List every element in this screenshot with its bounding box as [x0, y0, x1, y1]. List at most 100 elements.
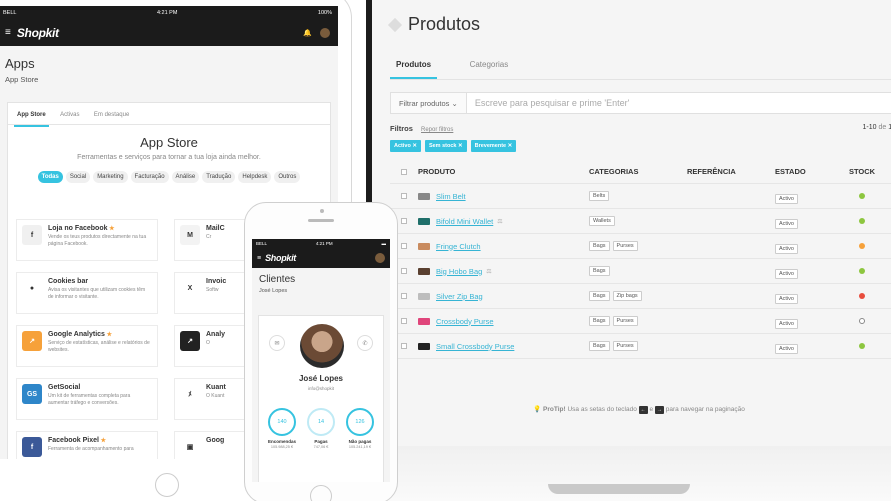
- stat-ring: 140: [268, 408, 296, 436]
- status-badge: Activo: [775, 269, 798, 279]
- filter-pill[interactable]: Todas: [37, 171, 63, 183]
- filter-pill[interactable]: Análise: [171, 171, 200, 183]
- tab-app-store[interactable]: App Store: [14, 105, 49, 127]
- battery-icon: ▬: [381, 241, 387, 246]
- row-checkbox[interactable]: [401, 318, 407, 324]
- avatar[interactable]: [320, 27, 330, 38]
- app-card[interactable]: f Facebook Pixel ★ Ferramenta de acompanha…: [16, 431, 158, 459]
- app-name: Cookies bar: [48, 278, 152, 285]
- app-name-text: Loja no Facebook: [48, 225, 108, 232]
- filters-row: Filtros Repor filtros 1-10 de 10: [390, 124, 891, 136]
- state-cell: Activo: [775, 287, 847, 305]
- stock-indicator: [859, 243, 865, 249]
- status-badge: Activo: [775, 344, 798, 354]
- category-badge: Purses: [612, 316, 638, 326]
- app-name: Invoic: [206, 278, 226, 285]
- filter-pill[interactable]: Facturação: [130, 171, 169, 183]
- reset-filters-link[interactable]: Repor filtros: [421, 127, 453, 133]
- close-icon[interactable]: ✕: [412, 143, 417, 149]
- email-icon[interactable]: ✉: [269, 335, 285, 351]
- page-title: Apps: [5, 56, 35, 71]
- product-cell: Crossbody Purse: [418, 317, 589, 326]
- stat-amount: 747,06 €: [313, 445, 329, 449]
- product-link[interactable]: Silver Zip Bag: [436, 292, 483, 301]
- app-name: Goog: [206, 437, 224, 444]
- logo[interactable]: Shopkit: [265, 253, 296, 263]
- stock-cell: [847, 268, 877, 274]
- tab-categorias[interactable]: Categorias: [464, 52, 515, 77]
- product-link[interactable]: Small Crossbody Purse: [436, 342, 514, 351]
- filter-chip-brevemente[interactable]: Brevemente ✕: [470, 140, 517, 152]
- filter-chip-sem-stock[interactable]: Sem stock ✕: [424, 140, 467, 152]
- product-thumbnail: [418, 342, 430, 350]
- product-link[interactable]: Slim Belt: [436, 192, 466, 201]
- bulb-icon: 💡: [533, 406, 542, 413]
- filter-pill[interactable]: Social: [65, 171, 91, 183]
- home-button[interactable]: [310, 485, 332, 501]
- app-name-text: Goog: [206, 437, 225, 444]
- stock-cell: [847, 193, 877, 199]
- table-row: Slim Belt Belts Activo: [390, 184, 891, 209]
- tab-em-destaque[interactable]: Em destaque: [91, 105, 132, 125]
- product-link[interactable]: Fringe Clutch: [436, 242, 481, 251]
- categories-cell: Bags: [589, 266, 687, 276]
- customer-stats: 140 Encomendas 105.988,25 € 14 Pagas 747,06 €…: [263, 408, 379, 449]
- category-badge: Bags: [589, 241, 610, 251]
- row-checkbox[interactable]: [401, 293, 407, 299]
- tab-produtos[interactable]: Produtos: [390, 52, 438, 79]
- stat-label: Encomendas: [267, 439, 296, 444]
- app-name-text: MailC: [206, 225, 225, 232]
- product-link[interactable]: Big Hobo Bag: [436, 267, 482, 276]
- row-checkbox[interactable]: [401, 243, 407, 249]
- app-card[interactable]: GS GetSocial Um kit de ferramentas complet…: [16, 378, 158, 420]
- tab-activas[interactable]: Activas: [57, 105, 82, 125]
- menu-icon[interactable]: ≡: [257, 255, 261, 262]
- logo[interactable]: Shopkit: [17, 26, 59, 40]
- col-estado[interactable]: ESTADO: [775, 167, 847, 176]
- filter-pill[interactable]: Tradução: [202, 171, 236, 183]
- app-card[interactable]: ● Cookies bar Avisa os visitantes que util…: [16, 272, 158, 314]
- home-button[interactable]: [155, 473, 179, 497]
- select-all-checkbox[interactable]: [401, 168, 407, 175]
- app-description: Vende os teus produtos directamente na t…: [48, 234, 147, 247]
- product-link[interactable]: Bifold Mini Wallet: [436, 217, 493, 226]
- app-card[interactable]: f Loja no Facebook ★ Vende os teus produto…: [16, 219, 158, 261]
- customer-email[interactable]: info@shopkit: [259, 386, 383, 391]
- close-icon[interactable]: ✕: [458, 143, 463, 149]
- col-referencia[interactable]: REFERÊNCIA: [687, 167, 775, 176]
- app-card[interactable]: ↗ Google Analytics ★ Serviço de estatístic…: [16, 325, 158, 367]
- stock-indicator: [859, 293, 865, 299]
- filter-pill[interactable]: Marketing: [93, 171, 128, 183]
- notification-icon[interactable]: 🔔: [303, 29, 312, 37]
- store-title: App Store: [140, 135, 198, 150]
- row-checkbox[interactable]: [401, 343, 407, 349]
- row-checkbox[interactable]: [401, 193, 407, 199]
- product-link[interactable]: Crossbody Purse: [436, 317, 494, 326]
- col-stock[interactable]: STOCK: [847, 167, 877, 176]
- phone-icon[interactable]: ✆: [357, 335, 373, 351]
- close-icon[interactable]: ✕: [508, 143, 513, 149]
- filter-chip-activo[interactable]: Activo ✕: [390, 140, 421, 152]
- avatar[interactable]: [375, 253, 385, 263]
- app-text: Loja no Facebook ★ Vende os teus produtos…: [48, 225, 152, 255]
- menu-icon[interactable]: ≡: [5, 27, 11, 38]
- row-checkbox[interactable]: [401, 218, 407, 224]
- state-cell: Activo: [775, 312, 847, 330]
- product-cell: Small Crossbody Purse: [418, 342, 589, 351]
- table-row: Small Crossbody Purse Bags Purses Activo: [390, 334, 891, 359]
- stock-cell: [847, 318, 877, 324]
- filter-pill[interactable]: Outros: [274, 171, 301, 183]
- col-produto[interactable]: PRODUTO: [418, 167, 589, 176]
- filter-dropdown[interactable]: Filtrar produtos ⌄: [391, 93, 467, 113]
- stat-amount: 105.988,25 €: [270, 445, 294, 449]
- page-range: 1-10: [862, 124, 877, 131]
- search-bar: Filtrar produtos ⌄ Escreve para pesquisa…: [390, 92, 891, 114]
- filter-pill[interactable]: Helpdesk: [238, 171, 272, 183]
- app-name: Loja no Facebook ★: [48, 225, 152, 232]
- search-input[interactable]: Escreve para pesquisar e prime 'Enter': [467, 98, 630, 108]
- stat-label: Não pagas: [348, 439, 372, 444]
- row-checkbox[interactable]: [401, 268, 407, 274]
- col-categorias[interactable]: CATEGORIAS: [589, 167, 687, 176]
- status-badge: Activo: [775, 219, 798, 229]
- chip-label: Brevemente: [474, 143, 507, 149]
